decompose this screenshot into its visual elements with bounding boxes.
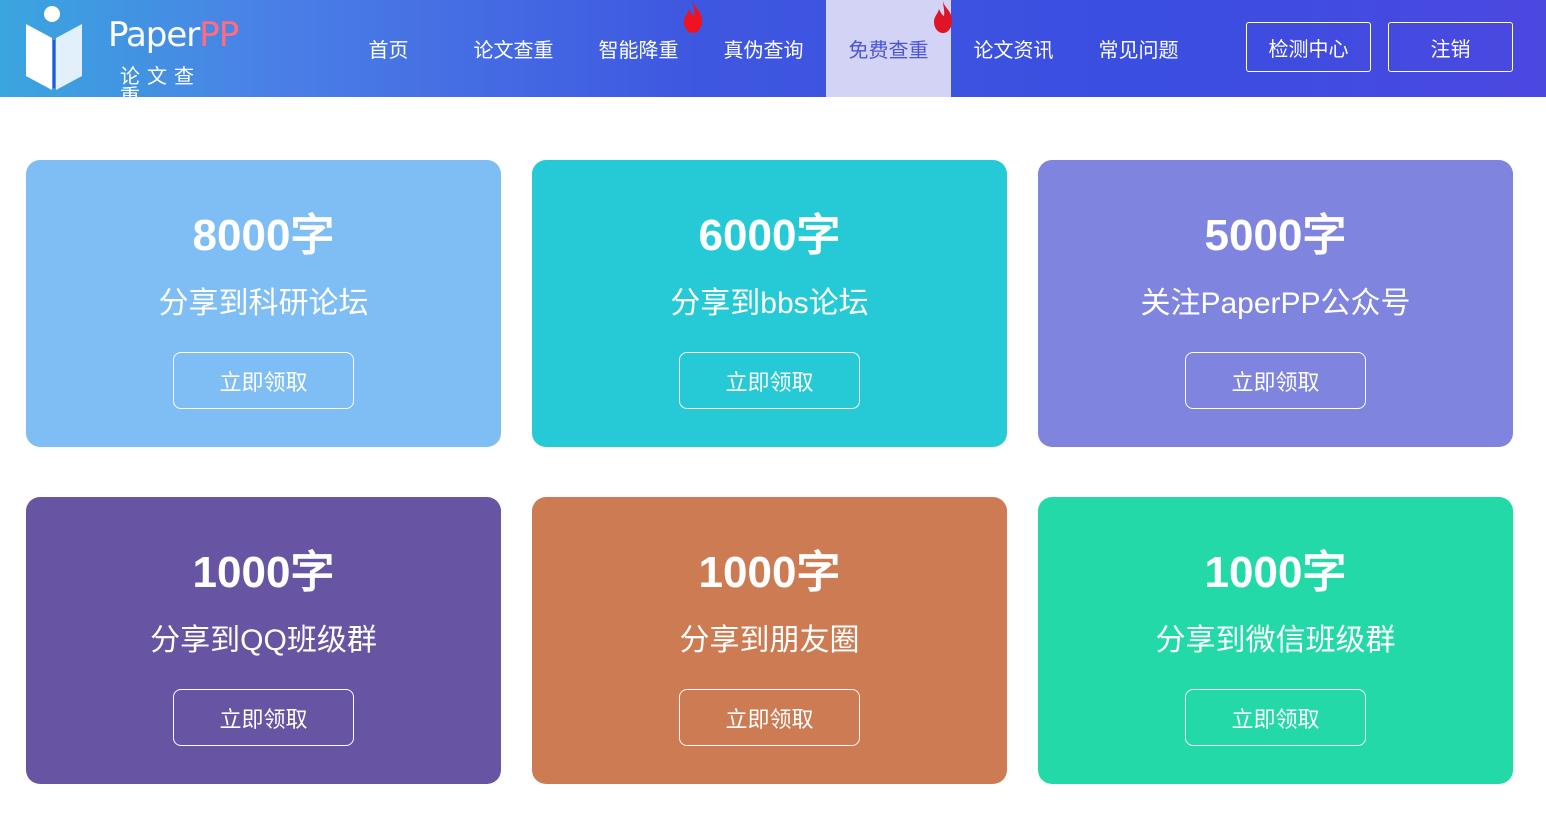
nav-authenticity-check[interactable]: 真伪查询: [701, 0, 826, 97]
flame-icon: [684, 1, 702, 33]
quota-desc: 分享到微信班级群: [1155, 624, 1396, 657]
logout-button[interactable]: 注销: [1388, 22, 1513, 72]
nav-news[interactable]: 论文资讯: [951, 0, 1076, 97]
quota-desc: 关注PaperPP公众号: [1140, 287, 1411, 320]
nav-home[interactable]: 首页: [326, 0, 451, 97]
quota-amount: 5000字: [1204, 211, 1347, 260]
nav-faq[interactable]: 常见问题: [1076, 0, 1201, 97]
quota-card-bbs-forum: 6000字 分享到bbs论坛 立即领取: [532, 160, 1007, 447]
book-icon: [26, 6, 82, 90]
quota-amount: 8000字: [192, 211, 335, 260]
quota-amount: 1000字: [192, 548, 335, 597]
quota-desc: 分享到科研论坛: [158, 287, 369, 320]
quota-card-research-forum: 8000字 分享到科研论坛 立即领取: [26, 160, 501, 447]
top-header: PaperPP 论文查重 首页 论文查重 智能降重 真伪查询 免费查重 论文资讯…: [0, 0, 1546, 106]
quota-amount: 1000字: [698, 548, 841, 597]
quota-amount: 6000字: [698, 211, 841, 260]
claim-button[interactable]: 立即领取: [1185, 352, 1366, 409]
claim-button[interactable]: 立即领取: [1185, 689, 1366, 746]
logo-wordmark: PaperPP: [108, 15, 239, 55]
nav-paper-check[interactable]: 论文查重: [451, 0, 576, 97]
flame-icon: [934, 1, 952, 33]
quota-desc: 分享到bbs论坛: [670, 287, 869, 320]
quota-desc: 分享到朋友圈: [679, 624, 860, 657]
claim-button[interactable]: 立即领取: [173, 352, 354, 409]
quota-amount: 1000字: [1204, 548, 1347, 597]
quota-card-follow-account: 5000字 关注PaperPP公众号 立即领取: [1038, 160, 1513, 447]
quota-card-wechat-group: 1000字 分享到微信班级群 立即领取: [1038, 497, 1513, 784]
quota-card-moments: 1000字 分享到朋友圈 立即领取: [532, 497, 1007, 784]
logo[interactable]: PaperPP 论文查重: [24, 4, 239, 106]
claim-button[interactable]: 立即领取: [679, 352, 860, 409]
quota-card-qq-group: 1000字 分享到QQ班级群 立即领取: [26, 497, 501, 784]
claim-button[interactable]: 立即领取: [679, 689, 860, 746]
quota-desc: 分享到QQ班级群: [150, 624, 377, 657]
detection-center-button[interactable]: 检测中心: [1246, 22, 1371, 72]
logo-subtitle: 论文查重: [120, 64, 201, 108]
claim-button[interactable]: 立即领取: [173, 689, 354, 746]
